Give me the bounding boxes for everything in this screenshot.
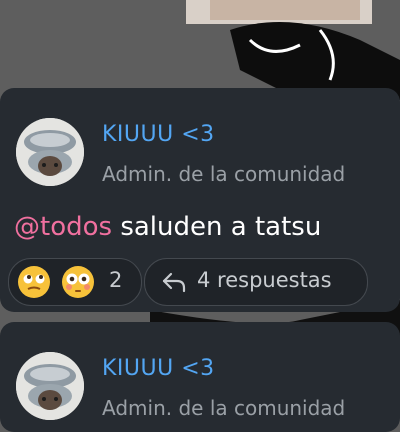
replies-button[interactable]: 4 respuestas xyxy=(144,258,368,306)
replies-label: 4 respuestas xyxy=(197,268,332,292)
message-body: saluden a tatsu xyxy=(112,212,322,242)
mention-link[interactable]: @todos xyxy=(14,212,112,242)
reactions-pill[interactable]: 2 xyxy=(8,258,142,306)
message-text: @todos saluden a tatsu xyxy=(14,212,321,242)
reply-arrow-icon xyxy=(162,272,186,293)
message-card[interactable]: KIUUU <3 Admin. de la comunidad xyxy=(0,322,400,432)
message-card[interactable]: KIUUU <3 Admin. de la comunidad @todos s… xyxy=(0,88,400,312)
author-name[interactable]: KIUUU <3 xyxy=(102,122,215,147)
author-role: Admin. de la comunidad xyxy=(102,162,346,186)
reaction-count: 2 xyxy=(109,268,123,292)
face-with-rolling-eyes-icon xyxy=(18,266,50,298)
avatar[interactable] xyxy=(16,118,84,186)
flushed-face-icon xyxy=(62,266,94,298)
author-name[interactable]: KIUUU <3 xyxy=(102,356,215,381)
avatar[interactable] xyxy=(16,352,84,420)
